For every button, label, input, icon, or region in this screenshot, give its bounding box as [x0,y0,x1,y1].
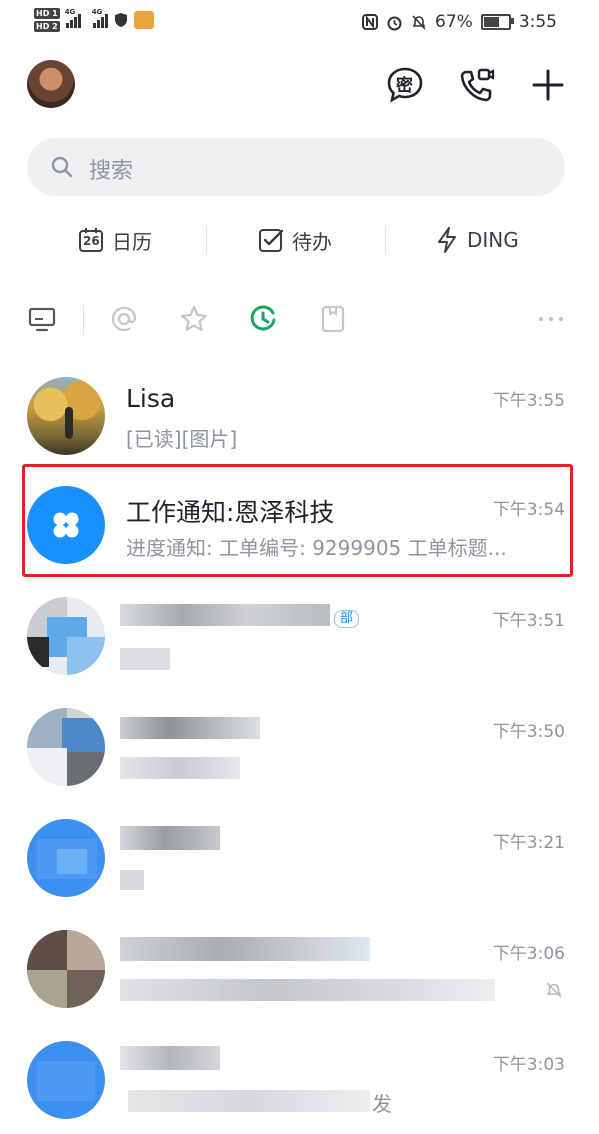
network-type: 4G [64,8,76,16]
avatar [27,1041,105,1119]
blurred-name [120,604,330,626]
checkbox-icon [259,229,284,252]
blurred-preview [120,870,144,890]
todo-button[interactable]: 待办 [258,222,332,258]
status-left: HD 1 HD 2 4G 4G [34,8,154,32]
secret-chat-icon[interactable]: 密 [386,66,424,104]
avatar [27,597,105,675]
message-preview: 发 [372,1092,392,1116]
alarm-icon [387,16,402,30]
my-avatar[interactable] [27,60,75,108]
status-right: 67% 3:55 [362,12,557,32]
conversation-row[interactable]: 下午3:21 [0,802,599,912]
blurred-preview [128,1090,370,1112]
avatar [27,708,105,786]
divider [206,226,207,254]
message-time: 下午3:50 [492,722,565,742]
blurred-name [120,826,220,850]
hd-tag-1: HD 1 [34,8,60,19]
blurred-preview [120,979,495,1001]
search-icon [51,156,73,178]
hd-tag-2: HD 2 [34,21,60,32]
highlight-box [22,464,573,577]
conversation-row-lisa[interactable]: Lisa [已读][图片] 下午3:55 [0,360,599,470]
desktop-icon[interactable] [27,304,57,334]
network-type-2: 4G [91,8,103,16]
battery-percent: 67% [435,12,473,32]
group-badge: 部 [334,610,360,628]
blurred-preview [120,648,170,670]
calendar-label: 日历 [112,229,152,254]
ding-label: DING [467,228,519,252]
avatar [27,930,105,1008]
blurred-name [120,937,370,961]
nfc-icon [362,14,379,30]
calendar-button[interactable]: 26 日历 [78,222,152,258]
divider [385,226,386,254]
avatar-figure [65,407,73,439]
battery-icon [480,14,514,30]
conversation-row[interactable]: 发 下午3:03 [0,1024,599,1134]
search-placeholder: 搜索 [89,159,134,184]
contact-name: Lisa [126,384,176,413]
divider [83,305,84,335]
status-bar: HD 1 HD 2 4G 4G 67% 3:55 [0,0,599,48]
secret-chat-glyph: 密 [396,76,413,96]
signal-icon-2: 4G [92,8,108,28]
signal-icon: 4G [65,8,81,28]
video-call-icon[interactable] [458,66,496,104]
blurred-preview [120,757,240,779]
hd-indicator: HD 1 HD 2 [34,8,60,32]
star-icon[interactable] [179,304,209,334]
avatar [27,377,105,455]
document-icon[interactable] [318,304,348,334]
message-time: 下午3:06 [492,944,565,964]
todo-label: 待办 [292,229,332,254]
more-icon[interactable] [536,304,566,334]
message-time: 下午3:21 [492,833,565,853]
mute-bell-icon [412,14,426,30]
lightning-icon [438,227,456,253]
app-badge-icon [133,11,154,29]
conversation-row[interactable]: 部 下午3:51 [0,580,599,690]
conversation-row[interactable]: 下午3:50 [0,691,599,801]
calendar-day: 26 [83,234,100,248]
clock: 3:55 [518,12,557,32]
recent-icon[interactable] [248,304,278,334]
message-time: 下午3:55 [492,391,565,411]
blurred-name [120,1046,220,1070]
search-bar[interactable]: 搜索 [27,138,565,196]
message-time: 下午3:03 [492,1055,565,1075]
blurred-name [120,717,260,739]
add-icon[interactable] [529,66,567,104]
message-preview: [已读][图片] [126,427,238,451]
message-time: 下午3:51 [492,611,565,631]
mute-icon [546,982,562,998]
shield-icon [114,13,127,27]
mention-icon[interactable] [109,304,139,334]
avatar [27,819,105,897]
ding-button[interactable]: DING [435,222,519,258]
conversation-row[interactable]: 下午3:06 [0,913,599,1023]
calendar-icon: 26 [78,227,104,253]
